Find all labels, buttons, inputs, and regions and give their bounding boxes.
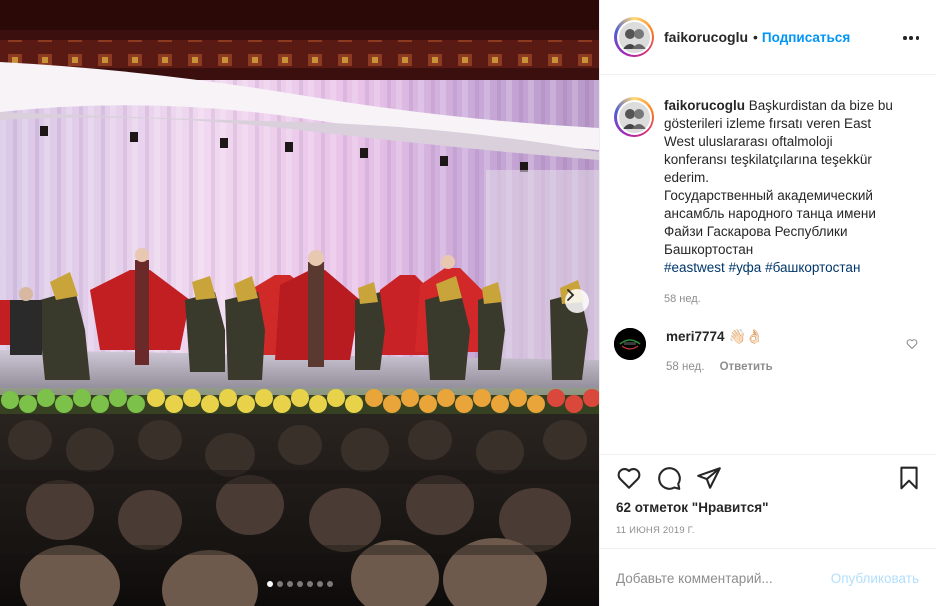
more-dot xyxy=(903,36,907,40)
paper-plane-icon xyxy=(697,467,721,489)
hashtag-link[interactable]: #башкортостан xyxy=(765,260,860,275)
comment-time[interactable]: 58 нед. xyxy=(666,361,704,373)
commenter-avatar[interactable] xyxy=(614,328,646,360)
carousel-dot xyxy=(276,581,283,587)
comment-item: meri7774 👋🏻👌🏻 58 нед. Ответить xyxy=(614,328,924,373)
avatar-image xyxy=(618,21,650,53)
likes-count[interactable]: 62 отметок "Нравится" xyxy=(616,500,769,515)
share-button[interactable] xyxy=(696,465,722,491)
carousel-indicator xyxy=(0,581,599,587)
bookmark-icon xyxy=(900,466,918,490)
caption-time[interactable]: 58 нед. xyxy=(664,290,896,308)
author-username[interactable]: faikorucoglu xyxy=(664,29,748,45)
carousel-next-button[interactable] xyxy=(565,289,589,313)
chevron-right-icon xyxy=(567,289,575,301)
comment-like-button[interactable] xyxy=(906,337,918,353)
hashtag-link[interactable]: #уфа xyxy=(729,260,762,275)
heart-icon xyxy=(906,339,918,350)
carousel-dot xyxy=(316,581,323,587)
comment-button[interactable] xyxy=(656,465,682,491)
carousel-dot xyxy=(296,581,303,587)
post-caption: faikorucoglu Başkurdistan da bize bu gös… xyxy=(614,97,924,308)
caption-author-avatar[interactable] xyxy=(614,97,654,137)
more-dot xyxy=(909,36,913,40)
stage-photo xyxy=(0,0,599,606)
more-dot xyxy=(915,36,919,40)
caption-username[interactable]: faikorucoglu xyxy=(664,98,745,113)
caption-text-ru: Государственный академический ансамбль н… xyxy=(664,188,876,257)
carousel-dot xyxy=(326,581,333,587)
caption-hashtags: #eastwest #уфа #башкортостан xyxy=(664,259,896,277)
save-button[interactable] xyxy=(896,465,922,491)
add-comment-bar: Добавьте комментарий... Опубликовать xyxy=(600,548,936,606)
post-actions: 62 отметок "Нравится" 11 ИЮНЯ 2019 Г. До… xyxy=(600,454,936,606)
follow-button[interactable]: Подписаться xyxy=(762,30,850,45)
post-side-panel: faikorucoglu • Подписаться faikorucoglu … xyxy=(599,0,936,606)
post-header: faikorucoglu • Подписаться xyxy=(600,0,936,75)
more-options-button[interactable] xyxy=(903,30,919,46)
carousel-dot xyxy=(286,581,293,587)
hashtag-link[interactable]: #eastwest xyxy=(664,260,725,275)
publish-button[interactable]: Опубликовать xyxy=(831,571,919,586)
post-date[interactable]: 11 ИЮНЯ 2019 Г. xyxy=(616,525,695,536)
author-avatar[interactable] xyxy=(614,17,654,57)
like-button[interactable] xyxy=(616,465,642,491)
header-separator: • xyxy=(753,29,758,45)
post-media[interactable] xyxy=(0,0,599,606)
avatar-image xyxy=(614,328,646,360)
heart-icon xyxy=(617,468,641,489)
comment-input[interactable]: Добавьте комментарий... xyxy=(616,571,773,586)
avatar-image xyxy=(618,101,650,133)
comment-bubble-icon xyxy=(658,467,681,490)
carousel-dot xyxy=(266,581,273,587)
reply-button[interactable]: Ответить xyxy=(720,361,773,373)
comment-text: 👋🏻👌🏻 xyxy=(728,328,764,344)
carousel-dot xyxy=(306,581,313,587)
commenter-username[interactable]: meri7774 xyxy=(666,329,725,344)
